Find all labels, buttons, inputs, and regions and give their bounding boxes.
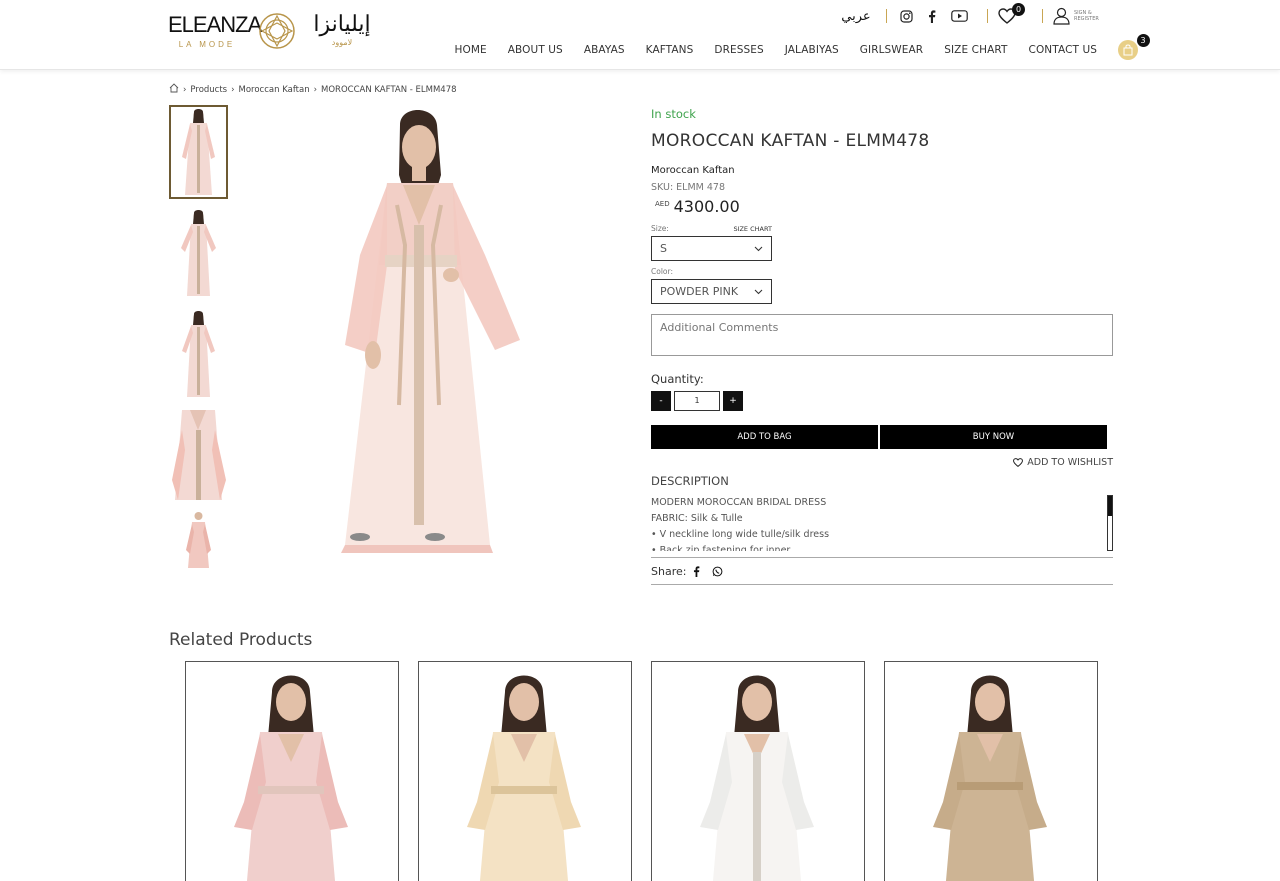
scrollbar-thumb[interactable] (1108, 496, 1112, 516)
purchase-actions: ADD TO BAG BUY NOW (651, 425, 1113, 449)
add-to-wishlist-label: ADD TO WISHLIST (1027, 457, 1113, 468)
share-row: Share: (651, 557, 1113, 585)
user-icon (1053, 7, 1070, 25)
related-product-card[interactable] (651, 661, 865, 881)
share-label: Share: (651, 564, 687, 578)
account-button[interactable]: SIGN & REGISTER (1053, 7, 1104, 25)
main-navigation: HOME ABOUT US ABAYAS KAFTANS DRESSES JAL… (444, 34, 1150, 60)
brand-name-arabic: إيليانزا (313, 12, 371, 37)
description-scrollbar[interactable] (1107, 495, 1113, 551)
facebook-icon[interactable] (923, 7, 941, 25)
related-product-card[interactable] (418, 661, 632, 881)
product-sku: SKU: ELMM 478 (651, 182, 726, 193)
nav-abayas[interactable]: ABAYAS (584, 44, 625, 56)
description-line: • V neckline long wide tulle/silk dress (651, 529, 830, 540)
description-line: MODERN MOROCCAN BRIDAL DRESS (651, 497, 827, 508)
breadcrumb-separator: › (313, 84, 318, 95)
divider (1042, 9, 1043, 23)
price-currency: AED (655, 200, 670, 208)
product-thumbnails (169, 105, 229, 576)
breadcrumb: › Products › Moroccan Kaftan › MOROCCAN … (169, 83, 461, 96)
size-chart-link[interactable]: SIZE CHART (733, 225, 772, 233)
brand-tagline-arabic: لاموود (331, 38, 353, 47)
buy-now-button[interactable]: BUY NOW (880, 425, 1107, 449)
wishlist-button[interactable]: 0 (998, 3, 1025, 26)
description-heading: DESCRIPTION (651, 474, 729, 488)
facebook-share-icon[interactable] (693, 565, 700, 577)
related-product-card[interactable] (884, 661, 1098, 881)
quantity-decrease-button[interactable]: - (651, 391, 671, 411)
instagram-icon[interactable] (897, 7, 915, 25)
description-line: • Back zip fastening for inner (651, 545, 791, 551)
brand-logo-arabic[interactable]: إيليانزا لاموود (310, 12, 374, 54)
quantity-label: Quantity: (651, 372, 704, 386)
size-select-value: S (660, 242, 667, 255)
divider (987, 9, 988, 23)
heart-icon (1013, 458, 1024, 467)
price-value: 4300.00 (673, 197, 740, 216)
whatsapp-share-icon[interactable] (712, 566, 723, 577)
nav-size-chart[interactable]: SIZE CHART (944, 44, 1007, 56)
color-label: Color: (651, 267, 673, 276)
nav-jalabiyas[interactable]: JALABIYAS (785, 44, 839, 56)
top-utility-bar: عربي 0 SIGN & REGISTER (836, 3, 1104, 26)
product-thumbnail[interactable] (169, 307, 228, 401)
breadcrumb-category[interactable]: Moroccan Kaftan (239, 85, 310, 95)
site-header: ELEANZA LA MODE إيليانزا لاموود عربي 0 S… (0, 0, 1280, 70)
cart-count-badge: 3 (1136, 34, 1150, 47)
related-products-title: Related Products (169, 630, 313, 650)
product-thumbnail[interactable] (169, 105, 228, 199)
language-switch[interactable]: عربي (836, 9, 876, 24)
quantity-stepper: - 1 + (651, 391, 1113, 411)
nav-home[interactable]: HOME (455, 44, 487, 56)
product-thumbnail[interactable] (169, 408, 228, 502)
add-to-wishlist-link[interactable]: ADD TO WISHLIST (651, 457, 1113, 468)
color-select-value: POWDER PINK (660, 285, 739, 298)
nav-dresses[interactable]: DRESSES (714, 44, 763, 56)
related-product-card[interactable] (185, 661, 399, 881)
product-price: AED 4300.00 (651, 197, 1113, 216)
quantity-input[interactable]: 1 (674, 391, 720, 411)
nav-contact-us[interactable]: CONTACT US (1029, 44, 1097, 56)
breadcrumb-products[interactable]: Products (190, 85, 227, 95)
nav-girlswear[interactable]: GIRLSWEAR (860, 44, 923, 56)
brand-emblem-icon (258, 12, 296, 50)
breadcrumb-separator: › (231, 84, 235, 95)
shopping-bag-icon (1123, 44, 1132, 56)
product-main-image[interactable] (315, 105, 555, 557)
account-label: SIGN & REGISTER (1074, 10, 1099, 22)
additional-comments-input[interactable]: Additional Comments (651, 314, 1113, 356)
divider (886, 9, 887, 23)
breadcrumb-separator: › (183, 84, 187, 95)
stock-status: In stock (651, 107, 696, 121)
product-title: MOROCCAN KAFTAN - ELMM478 (651, 131, 930, 151)
brand-logo[interactable]: ELEANZA LA MODE (168, 12, 262, 54)
cart-button[interactable]: 3 (1117, 34, 1150, 60)
product-thumbnail[interactable] (169, 206, 228, 300)
description-line: FABRIC: Silk & Tulle (651, 513, 743, 524)
product-info: In stock MOROCCAN KAFTAN - ELMM478 Moroc… (651, 105, 1113, 585)
chevron-down-icon (754, 246, 763, 251)
nav-kaftans[interactable]: KAFTANS (646, 44, 694, 56)
breadcrumb-current: MOROCCAN KAFTAN - ELMM478 (321, 84, 457, 95)
home-icon[interactable] (169, 83, 179, 96)
size-row: Size: SIZE CHART (651, 224, 772, 233)
wishlist-count-badge: 0 (1012, 3, 1025, 16)
chevron-down-icon (754, 289, 763, 294)
youtube-icon[interactable] (949, 7, 969, 25)
size-label: Size: (651, 224, 669, 233)
size-select[interactable]: S (651, 236, 772, 261)
description-panel: MODERN MOROCCAN BRIDAL DRESS FABRIC: Sil… (651, 495, 1113, 551)
add-to-bag-button[interactable]: ADD TO BAG (651, 425, 878, 449)
product-thumbnail[interactable] (169, 509, 228, 569)
brand-tagline: LA MODE (178, 40, 236, 49)
quantity-increase-button[interactable]: + (723, 391, 743, 411)
brand-name: ELEANZA (168, 12, 262, 37)
product-category[interactable]: Moroccan Kaftan (651, 165, 1113, 176)
color-select[interactable]: POWDER PINK (651, 279, 772, 304)
nav-about-us[interactable]: ABOUT US (508, 44, 563, 56)
